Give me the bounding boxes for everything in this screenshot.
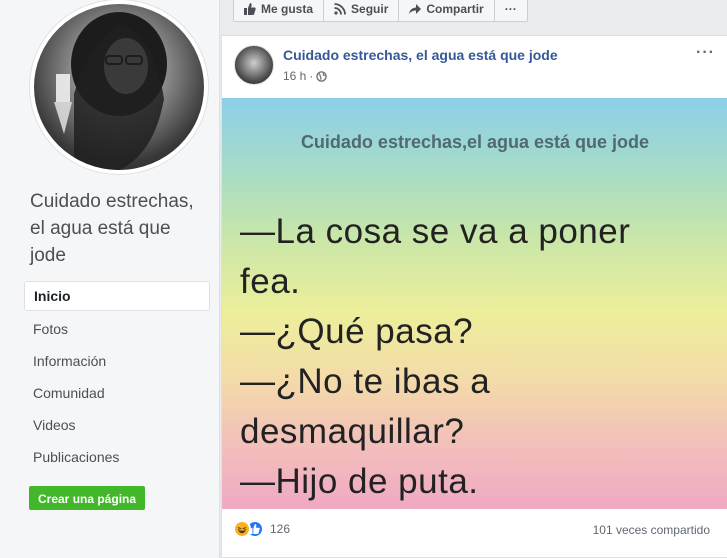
nav-item-publicaciones[interactable]: Publicaciones (24, 441, 210, 473)
profile-photo-image (54, 12, 167, 170)
image-text-line: —¿No te ibas a (240, 362, 491, 401)
page-name: Cuidado estrechas, el agua está que jode (30, 191, 194, 266)
share-button[interactable]: Compartir (398, 0, 495, 22)
left-sidebar: Cuidado estrechas, el agua está que jode… (0, 0, 220, 558)
image-text-line: —La cosa se va a poner (240, 212, 631, 251)
post-image[interactable]: Cuidado estrechas,el agua está que jode … (222, 98, 727, 509)
image-text-line: —Hijo de puta. (240, 462, 479, 501)
profile-picture[interactable] (30, 0, 208, 174)
share-arrow-icon (409, 4, 422, 14)
image-text-line: fea. (240, 262, 301, 301)
post-author-name[interactable]: Cuidado estrechas, el agua está que jode (283, 47, 558, 63)
image-caption: Cuidado estrechas,el agua está que jode (300, 132, 650, 152)
nav-item-videos[interactable]: Videos (24, 409, 210, 441)
share-count[interactable]: 101 veces compartido (593, 523, 710, 537)
page-actions: Me gusta Seguir Compartir ··· (233, 0, 528, 22)
nav-item-inicio[interactable]: Inicio (24, 281, 210, 311)
nav-item-comunidad[interactable]: Comunidad (24, 377, 210, 409)
more-options-button[interactable]: ··· (493, 0, 528, 22)
globe-icon[interactable] (316, 70, 328, 82)
like-page-label: Me gusta (261, 2, 314, 16)
follow-label: Seguir (351, 2, 389, 16)
more-dots-icon: ··· (504, 2, 517, 16)
image-text-line: —¿Qué pasa? (240, 312, 474, 351)
follow-button[interactable]: Seguir (323, 0, 400, 22)
reaction-count: 126 (270, 522, 291, 536)
post-options-icon[interactable]: ··· (696, 44, 715, 62)
share-label: Compartir (426, 2, 484, 16)
page-nav: Inicio Fotos Información Comunidad Video… (24, 281, 210, 473)
post-meta: 16 h · (283, 69, 328, 83)
rss-icon (334, 3, 346, 15)
haha-reaction-icon (233, 520, 251, 538)
reactions-summary[interactable]: 126 (233, 520, 290, 538)
post-card: Cuidado estrechas, el agua está que jode… (221, 35, 727, 558)
meta-separator: · (309, 69, 314, 83)
nav-item-fotos[interactable]: Fotos (24, 313, 210, 345)
post-timestamp[interactable]: 16 h (283, 69, 306, 83)
like-page-button[interactable]: Me gusta (233, 0, 325, 22)
thumbs-up-icon (244, 3, 256, 15)
nav-item-informacion[interactable]: Información (24, 345, 210, 377)
image-text-line: desmaquillar? (240, 412, 465, 451)
post-footer: 126 101 veces compartido (222, 514, 727, 544)
create-page-button[interactable]: Crear una página (29, 486, 146, 510)
post-author-avatar[interactable] (234, 45, 274, 85)
